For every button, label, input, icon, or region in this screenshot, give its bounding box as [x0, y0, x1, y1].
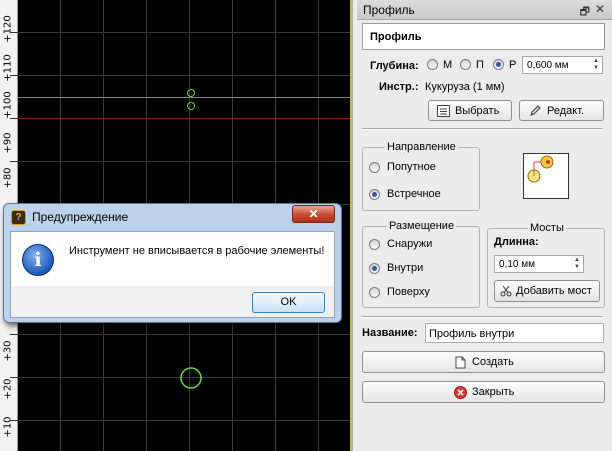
placement-radio-over[interactable]	[369, 287, 380, 298]
depth-label: Глубина:	[370, 60, 419, 72]
depth-option-p: П	[476, 59, 484, 71]
ruler-tick	[10, 377, 18, 378]
ruler-label: +90	[2, 132, 14, 154]
dialog-body: i Инструмент не вписывается в рабочие эл…	[10, 231, 335, 286]
ruler-tick	[10, 75, 18, 76]
tool-label: Инстр.:	[379, 81, 419, 93]
direction-group: Направление Попутное Встречное	[362, 141, 480, 211]
profile-panel: Профиль 🗗 ✕ Профиль Глубина: М П Р 0,600…	[352, 0, 612, 451]
depth-option-r: Р	[509, 59, 517, 71]
ruler-tick	[10, 118, 18, 119]
panel-restore-icon[interactable]: 🗗	[580, 3, 590, 22]
ruler-label: +110	[2, 54, 14, 82]
depth-spinbox[interactable]: 0,600 мм ▲ ▼	[522, 56, 603, 74]
ruler-tick	[10, 32, 18, 33]
ruler-tick	[10, 334, 18, 335]
profile-name-value: Профиль внутри	[429, 328, 515, 340]
add-bridge-button[interactable]: Добавить мост	[494, 280, 600, 302]
depth-option-m: М	[443, 59, 453, 71]
tool-circle	[180, 367, 202, 389]
tool-value: Кукуруза (1 мм)	[425, 81, 505, 93]
direction-preview	[523, 153, 569, 199]
bridge-length-spinbox[interactable]: 0,10 мм ▲ ▼	[494, 255, 584, 273]
bridge-length-value: 0,10 мм	[499, 259, 535, 270]
direction-radio-along[interactable]	[369, 162, 380, 173]
dialog-footer: OK	[10, 286, 335, 318]
placement-group: Размещение Снаружи Внутри Поверху	[362, 220, 480, 308]
placement-radio-inside[interactable]	[369, 263, 380, 274]
close-button-label: Закрыть	[472, 386, 515, 398]
profile-name-header: Профиль	[362, 23, 605, 50]
placement-radio-outside[interactable]	[369, 239, 380, 250]
list-icon	[437, 105, 450, 117]
depth-radio-m[interactable]	[427, 59, 438, 70]
depth-radio-p[interactable]	[460, 59, 471, 70]
panel-titlebar[interactable]: Профиль 🗗 ✕	[357, 0, 612, 20]
ruler-label: +120	[2, 15, 14, 43]
dialog-message: Инструмент не вписывается в рабочие элем…	[69, 245, 325, 257]
add-bridge-label: Добавить мост	[516, 285, 592, 297]
placement-option-over: Поверху	[387, 286, 430, 298]
ruler-tick	[10, 420, 18, 421]
close-button[interactable]: Закрыть	[362, 381, 605, 403]
ruler-label: +30	[2, 340, 14, 362]
depth-value: 0,600 мм	[527, 60, 569, 71]
dialog-titlebar[interactable]: ? Предупреждение ✕	[4, 204, 341, 230]
pencil-icon	[529, 105, 542, 117]
select-tool-button[interactable]: Выбрать	[428, 100, 512, 121]
ok-button[interactable]: OK	[252, 292, 325, 313]
ruler-tick	[10, 161, 18, 162]
drill-point	[187, 89, 195, 97]
panel-title: Профиль	[363, 3, 415, 17]
profile-name-input[interactable]: Профиль внутри	[425, 323, 604, 343]
separator	[362, 316, 603, 318]
bridges-group: Мосты Длинна: 0,10 мм ▲ ▼ Добавить мост	[487, 222, 605, 308]
ruler-label: +100	[2, 91, 14, 119]
create-button-label: Создать	[472, 356, 514, 368]
ruler-label: +10	[2, 416, 14, 438]
spin-arrows-icon[interactable]: ▲ ▼	[572, 257, 582, 271]
new-document-icon	[454, 356, 467, 369]
placement-title: Размещение	[387, 220, 457, 232]
ruler-label: +80	[2, 167, 14, 189]
bridge-length-label: Длинна:	[494, 236, 539, 248]
create-button[interactable]: Создать	[362, 351, 605, 373]
placement-option-inside: Внутри	[387, 262, 424, 274]
bridges-title: Мосты	[528, 222, 566, 234]
dialog-close-button[interactable]: ✕	[292, 205, 335, 223]
direction-option-along: Попутное	[387, 161, 436, 173]
direction-preview-icon	[527, 155, 554, 183]
close-circle-icon	[454, 386, 467, 399]
ruler-label: +20	[2, 378, 14, 400]
direction-option-counter: Встречное	[387, 188, 441, 200]
warning-dialog: ? Предупреждение ✕ i Инструмент не вписы…	[3, 203, 342, 323]
direction-radio-counter[interactable]	[369, 189, 380, 200]
app-icon: ?	[11, 210, 26, 225]
direction-title: Направление	[385, 141, 458, 153]
edit-button-label: Редакт.	[547, 105, 585, 117]
spin-arrows-icon[interactable]: ▲ ▼	[591, 58, 601, 72]
dialog-title: Предупреждение	[32, 210, 129, 224]
edit-tool-button[interactable]: Редакт.	[519, 100, 604, 121]
panel-close-icon[interactable]: ✕	[595, 2, 605, 16]
profile-name: Профиль	[370, 31, 422, 43]
depth-radio-r[interactable]	[493, 59, 504, 70]
select-button-label: Выбрать	[455, 105, 500, 117]
name-label: Название:	[362, 327, 418, 339]
info-icon: i	[22, 244, 54, 276]
placement-option-outside: Снаружи	[387, 238, 433, 250]
drill-point	[187, 102, 195, 110]
scissors-icon	[500, 285, 513, 297]
separator	[362, 128, 603, 130]
